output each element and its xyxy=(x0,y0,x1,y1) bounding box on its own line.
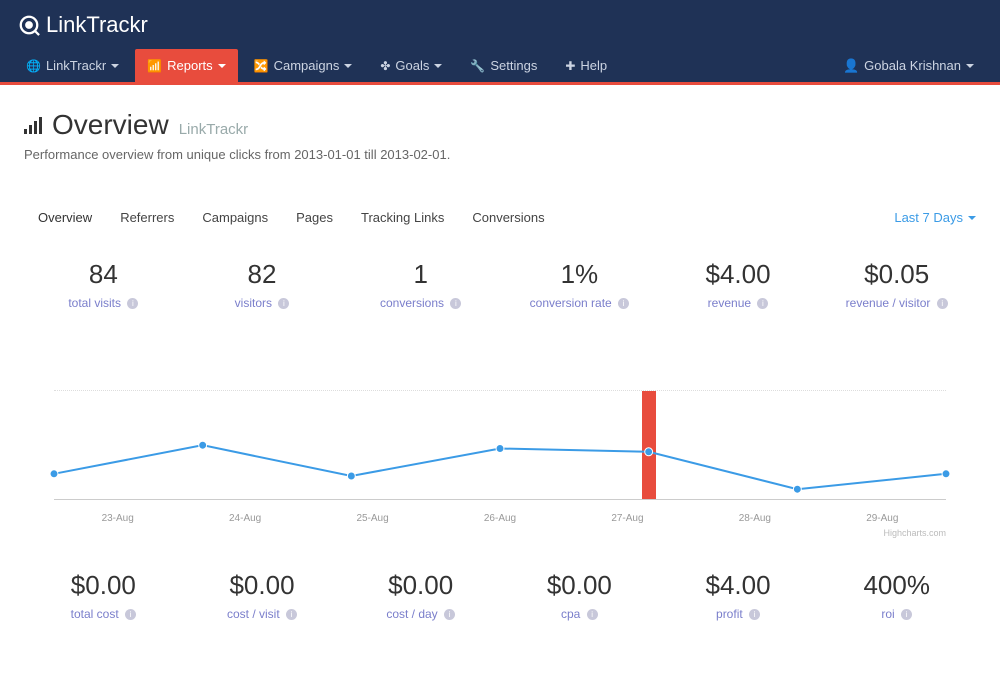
brand-name: LinkTrackr xyxy=(46,12,148,38)
tab-campaigns[interactable]: Campaigns xyxy=(188,202,282,233)
stat-label: revenue i xyxy=(659,296,818,310)
tab-referrers[interactable]: Referrers xyxy=(106,202,188,233)
info-icon[interactable]: i xyxy=(749,609,760,620)
stat-value: $4.00 xyxy=(659,259,818,290)
stat-label: profit i xyxy=(659,607,818,621)
stat-value: $4.00 xyxy=(659,570,818,601)
globe-icon: 🌐 xyxy=(26,59,41,73)
stat-value: 1 xyxy=(341,259,500,290)
stat-cost-visit: $0.00 cost / visit i xyxy=(183,570,342,621)
stat-value: 82 xyxy=(183,259,342,290)
info-icon[interactable]: i xyxy=(450,298,461,309)
report-toolbar: OverviewReferrersCampaignsPagesTracking … xyxy=(24,202,976,233)
tab-conversions[interactable]: Conversions xyxy=(458,202,558,233)
tab-tracking-links[interactable]: Tracking Links xyxy=(347,202,458,233)
visits-chart: 23-Aug24-Aug25-Aug26-Aug27-Aug28-Aug29-A… xyxy=(54,360,946,530)
stat-revenue: $4.00 revenue i xyxy=(659,259,818,310)
signal-icon: 📶 xyxy=(147,59,162,73)
page-content: Overview LinkTrackr Performance overview… xyxy=(0,85,1000,651)
stat-label: total visits i xyxy=(24,296,183,310)
stat-visitors: 82 visitors i xyxy=(183,259,342,310)
nav-help[interactable]: ✚Help xyxy=(553,49,619,82)
chevron-down-icon xyxy=(434,64,442,68)
stat-label: cpa i xyxy=(500,607,659,621)
stat-value: $0.05 xyxy=(817,259,976,290)
info-icon[interactable]: i xyxy=(278,298,289,309)
period-selector[interactable]: Last 7 Days xyxy=(894,210,976,225)
info-icon[interactable]: i xyxy=(757,298,768,309)
stat-total-visits: 84 total visits i xyxy=(24,259,183,310)
info-icon[interactable]: i xyxy=(286,609,297,620)
stat-label: conversion rate i xyxy=(500,296,659,310)
signal-icon xyxy=(24,116,44,139)
page-title: Overview xyxy=(52,109,169,141)
chevron-down-icon xyxy=(218,64,226,68)
user-icon: 👤 xyxy=(843,58,859,74)
tab-overview[interactable]: Overview xyxy=(24,202,106,233)
main-nav: 🌐LinkTrackr📶Reports🔀Campaigns✤Goals🔧Sett… xyxy=(0,49,1000,85)
page-title-row: Overview LinkTrackr xyxy=(24,109,976,141)
page-subtitle: LinkTrackr xyxy=(179,121,248,138)
app-header: LinkTrackr xyxy=(0,0,1000,49)
nav-reports[interactable]: 📶Reports xyxy=(135,49,237,82)
user-name: Gobala Krishnan xyxy=(864,58,961,73)
shuffle-icon: 🔀 xyxy=(254,59,269,73)
logo-icon xyxy=(18,14,40,36)
info-icon[interactable]: i xyxy=(127,298,138,309)
stats-top: 84 total visits i82 visitors i 1 conversions… xyxy=(24,259,976,310)
stats-bottom: $0.00total cost i$0.00cost / visit i$0.0… xyxy=(24,570,976,621)
chevron-down-icon xyxy=(111,64,119,68)
chevron-down-icon xyxy=(966,64,974,68)
stat-total-cost: $0.00 total cost i xyxy=(24,570,183,621)
brand-logo[interactable]: LinkTrackr xyxy=(18,12,148,38)
tab-pages[interactable]: Pages xyxy=(282,202,347,233)
stat-value: 84 xyxy=(24,259,183,290)
nav-campaigns[interactable]: 🔀Campaigns xyxy=(242,49,365,82)
stat-value: $0.00 xyxy=(24,570,183,601)
user-menu[interactable]: 👤 Gobala Krishnan xyxy=(831,49,986,82)
nav-goals[interactable]: ✤Goals xyxy=(368,49,454,82)
info-icon[interactable]: i xyxy=(901,609,912,620)
info-icon[interactable]: i xyxy=(125,609,136,620)
stat-value: 400% xyxy=(817,570,976,601)
chevron-down-icon xyxy=(344,64,352,68)
target-icon: ✤ xyxy=(380,59,390,73)
page-description: Performance overview from unique clicks … xyxy=(24,147,976,162)
info-icon[interactable]: i xyxy=(444,609,455,620)
stat-cost-day: $0.00 cost / day i xyxy=(341,570,500,621)
info-icon[interactable]: i xyxy=(937,298,948,309)
nav-settings[interactable]: 🔧Settings xyxy=(458,49,549,82)
stat-revenue-visitor: $0.05 revenue / visitor i xyxy=(817,259,976,310)
stat-conversions: 1 conversions i xyxy=(341,259,500,310)
period-label: Last 7 Days xyxy=(894,210,963,225)
nav-linktrackr[interactable]: 🌐LinkTrackr xyxy=(14,49,131,82)
stat-cpa: $0.00 cpa i xyxy=(500,570,659,621)
plus-square-icon: ✚ xyxy=(565,59,575,73)
stat-value: $0.00 xyxy=(341,570,500,601)
info-icon[interactable]: i xyxy=(618,298,629,309)
wrench-icon: 🔧 xyxy=(470,59,485,73)
stat-conversion-rate: 1% conversion rate i xyxy=(500,259,659,310)
chevron-down-icon xyxy=(968,216,976,220)
stat-value: $0.00 xyxy=(500,570,659,601)
stat-value: 1% xyxy=(500,259,659,290)
chart-x-axis: 23-Aug24-Aug25-Aug26-Aug27-Aug28-Aug29-A… xyxy=(54,513,946,524)
stat-label: total cost i xyxy=(24,607,183,621)
stat-profit: $4.00 profit i xyxy=(659,570,818,621)
chart-credit: Highcharts.com xyxy=(883,528,946,538)
stat-label: conversions i xyxy=(341,296,500,310)
stat-label: roi i xyxy=(817,607,976,621)
stat-label: visitors i xyxy=(183,296,342,310)
chart-plot-area xyxy=(54,390,946,500)
stat-value: $0.00 xyxy=(183,570,342,601)
stat-label: cost / day i xyxy=(341,607,500,621)
stat-roi: 400% roi i xyxy=(817,570,976,621)
info-icon[interactable]: i xyxy=(587,609,598,620)
stat-label: cost / visit i xyxy=(183,607,342,621)
stat-label: revenue / visitor i xyxy=(817,296,976,310)
